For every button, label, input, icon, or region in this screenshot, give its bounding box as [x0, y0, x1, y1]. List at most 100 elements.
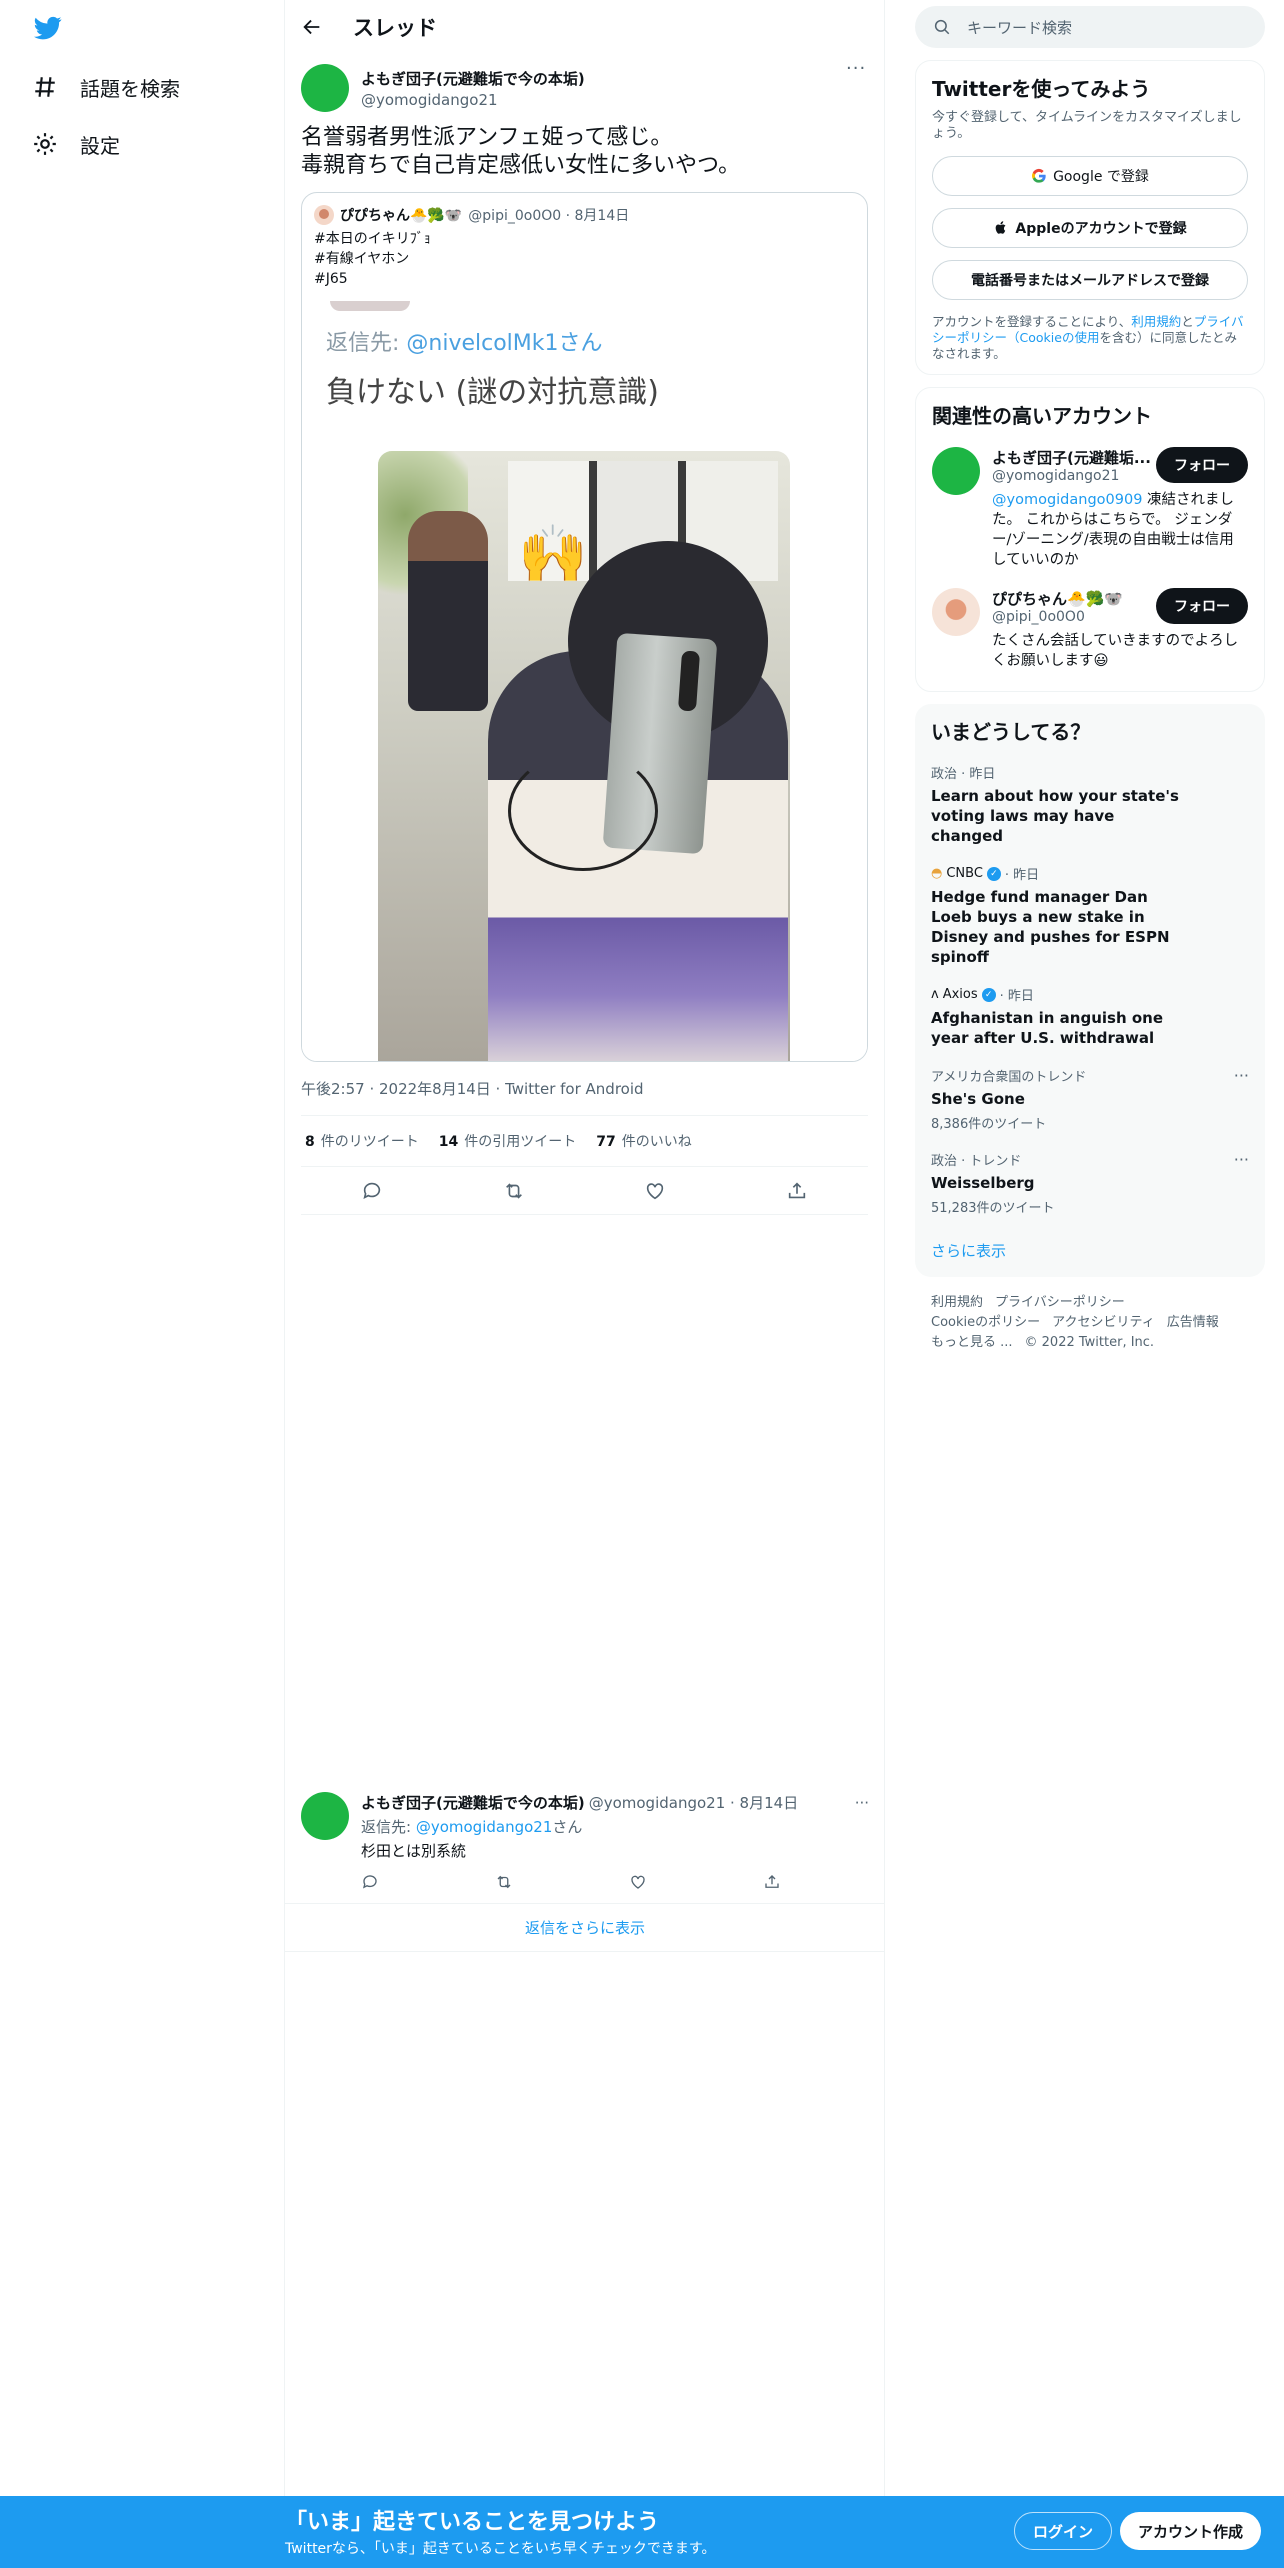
right-sidebar: キーワード検索 Twitterを使ってみよう 今すぐ登録して、タイムラインをカス… — [915, 0, 1265, 1353]
trends-show-more-link[interactable]: さらに表示 — [931, 1240, 1249, 1265]
image-big-text: 負けない (謎の対抗意識) — [326, 375, 659, 410]
apple-signup-label: Appleのアカウントで登録 — [1015, 221, 1187, 237]
retweet-icon[interactable] — [495, 1873, 513, 1891]
quoted-tweet[interactable]: ぴぴちゃん🐣🥦🐨 @pipi_0o0O0 · 8月14日 #本日のイキリﾌﾞｮ … — [301, 192, 868, 1062]
gear-icon — [34, 133, 56, 155]
tweet-timestamp[interactable]: 午後2:57 · 2022年8月14日 · Twitter for Androi… — [301, 1078, 868, 1115]
image-reply-prefix: 返信先: — [326, 331, 407, 356]
signup-legal-text: アカウントを登録することにより、利用規約とプライバシーポリシー（Cookieの使… — [932, 314, 1244, 361]
account-item[interactable]: よもぎ団子(元避難垢... @yomogidango21 フォロー @yomog… — [932, 447, 1248, 570]
quotes-stat[interactable]: 14 件の引用ツイート — [439, 1131, 576, 1151]
account-handle[interactable]: @yomogidango21 — [992, 468, 1152, 484]
cnbc-logo-icon: ◓ — [931, 866, 943, 881]
phone-email-signup-button[interactable]: 電話番号またはメールアドレスで登録 — [932, 260, 1248, 300]
cookie-link[interactable]: （Cookieの使用 — [1007, 330, 1099, 345]
trend-meta: · 昨日 — [1004, 868, 1040, 883]
footer-cookie[interactable]: Cookieのポリシー — [931, 1315, 1040, 1330]
trend-title: She's Gone — [931, 1090, 1025, 1108]
google-signup-button[interactable]: Google で登録 — [932, 156, 1248, 196]
footer-accessibility[interactable]: アクセシビリティ — [1052, 1315, 1155, 1330]
account-item[interactable]: ぴぴちゃん🐣🥦🐨 @pipi_0o0O0 フォロー たくさん会話していきますので… — [932, 588, 1248, 671]
footer-privacy[interactable]: プライバシーポリシー — [995, 1295, 1125, 1310]
bio-link[interactable]: @yomogidango0909 — [992, 492, 1142, 508]
retweet-icon[interactable] — [503, 1180, 525, 1202]
trend-item[interactable]: 政治 · トレンド Weisselberg 51,283件のツイート ··· — [931, 1150, 1249, 1216]
show-more-replies-link[interactable]: 返信をさらに表示 — [285, 1904, 885, 1952]
trend-item[interactable]: 政治 · 昨日 Learn about how your state's vot… — [931, 763, 1249, 846]
nav-settings[interactable]: 設定 — [32, 124, 120, 164]
reply-icon[interactable] — [361, 1180, 383, 1202]
terms-link[interactable]: 利用規約 — [1131, 314, 1181, 329]
share-icon[interactable] — [786, 1180, 808, 1202]
trend-title: Weisselberg — [931, 1174, 1035, 1192]
trend-count: 8,386件のツイート — [931, 1117, 1047, 1132]
image-crop-edge — [330, 301, 410, 311]
reply-avatar[interactable] — [301, 1792, 349, 1840]
trend-item[interactable]: アメリカ合衆国のトレンド She's Gone 8,386件のツイート ··· — [931, 1066, 1249, 1132]
reply-icon[interactable] — [361, 1873, 379, 1891]
author-name[interactable]: よもぎ団子(元避難垢で今の本垢) — [361, 68, 834, 89]
account-name[interactable]: よもぎ団子(元避難垢... — [992, 447, 1152, 468]
footer-ads[interactable]: 広告情報 — [1167, 1315, 1219, 1330]
trend-more-icon[interactable]: ··· — [1234, 1150, 1249, 1169]
reply-to-line: 返信先: @yomogidango21さん — [361, 1818, 583, 1836]
reply-tweet[interactable]: よもぎ団子(元避難垢で今の本垢) @yomogidango21 · 8月14日 … — [285, 1784, 885, 1904]
trend-item[interactable]: ʌ Axios ✓ · 昨日 Afghanistan in anguish one … — [931, 985, 1249, 1048]
trend-meta: 政治 · トレンド — [931, 1154, 1022, 1169]
more-options-icon[interactable]: ··· — [846, 60, 868, 84]
apple-signup-button[interactable]: Appleのアカウントで登録 — [932, 208, 1248, 248]
apple-icon — [996, 221, 1006, 234]
bottom-signup-bar: 「いま」起きていることを見つけよう Twitterなら、「いま」起きていることを… — [0, 2496, 1284, 2568]
search-box[interactable]: キーワード検索 — [915, 6, 1265, 48]
trend-count: 51,283件のツイート — [931, 1201, 1055, 1216]
retweets-stat[interactable]: 8 件のリツイート — [305, 1131, 419, 1151]
reply-author-name[interactable]: よもぎ団子(元避難垢で今の本垢) — [361, 1792, 585, 1813]
trend-more-icon[interactable]: ··· — [1234, 1066, 1249, 1085]
follow-button[interactable]: フォロー — [1156, 447, 1248, 483]
thread-header: スレッド — [285, 0, 884, 54]
account-handle[interactable]: @pipi_0o0O0 — [992, 609, 1152, 625]
reply-more-icon[interactable]: ··· — [855, 1794, 869, 1812]
trend-item[interactable]: ◓ CNBC ✓ · 昨日 Hedge fund manager Dan Loeb … — [931, 864, 1249, 967]
account-name[interactable]: ぴぴちゃん🐣🥦🐨 — [992, 588, 1152, 609]
trend-meta: 政治 · 昨日 — [931, 767, 996, 782]
create-account-button[interactable]: アカウント作成 — [1120, 2512, 1262, 2550]
quote-author-name: ぴぴちゃん🐣🥦🐨 — [340, 208, 463, 224]
author-handle[interactable]: @yomogidango21 — [361, 91, 834, 109]
trend-meta: · 昨日 — [999, 989, 1034, 1004]
reply-to-handle[interactable]: @yomogidango21 — [416, 1818, 553, 1836]
trend-title: Hedge fund manager Dan Loeb buys a new s… — [931, 888, 1170, 966]
tweet-text: 名誉弱者男性派アンフェ姫って感じ。 毒親育ちで自己肯定感低い女性に多いやつ。 — [301, 125, 741, 178]
follow-button[interactable]: フォロー — [1156, 588, 1248, 624]
account-bio: @yomogidango0909 凍結されました。 これからはこちらで。 ジェン… — [992, 492, 1235, 568]
like-icon[interactable] — [644, 1180, 666, 1202]
avatar[interactable] — [301, 64, 349, 112]
search-input[interactable]: キーワード検索 — [967, 17, 1072, 38]
account-avatar[interactable] — [932, 588, 980, 636]
hashtag-icon — [35, 77, 55, 97]
signup-card: Twitterを使ってみよう 今すぐ登録して、タイムラインをカスタマイズしましょ… — [915, 60, 1265, 375]
footer-terms[interactable]: 利用規約 — [931, 1295, 983, 1310]
trends-title: いまどうしてる？ — [931, 720, 1091, 744]
nav-explore[interactable]: 話題を検索 — [32, 67, 180, 107]
related-accounts-card: 関連性の高いアカウント よもぎ団子(元避難垢... @yomogidango21… — [915, 387, 1265, 692]
likes-stat[interactable]: 77 件のいいね — [596, 1131, 691, 1151]
quote-image[interactable]: 返信先: @nivelcolMk1さん 負けない (謎の対抗意識) 🙌 — [302, 301, 867, 1061]
phone-email-signup-label: 電話番号またはメールアドレスで登録 — [971, 273, 1209, 289]
nav-explore-label: 話題を検索 — [80, 76, 180, 101]
signup-card-sub: 今すぐ登録して、タイムラインをカスタマイズしましょう。 — [932, 110, 1242, 141]
like-icon[interactable] — [629, 1873, 647, 1891]
login-button[interactable]: ログイン — [1014, 2512, 1113, 2550]
trend-meta: アメリカ合衆国のトレンド — [931, 1070, 1087, 1085]
selfie-photo: 🙌 — [378, 451, 790, 1061]
share-icon[interactable] — [763, 1873, 781, 1891]
account-avatar[interactable] — [932, 447, 980, 495]
footer-more[interactable]: もっと見る ... — [931, 1335, 1013, 1350]
back-arrow-icon[interactable] — [301, 16, 323, 38]
trend-title: Learn about how your state's voting laws… — [931, 787, 1179, 845]
twitter-bird-icon[interactable] — [32, 14, 64, 42]
tweet-stats: 8 件のリツイート 14 件の引用ツイート 77 件のいいね — [301, 1115, 868, 1167]
bottom-bar-title: 「いま」起きていることを見つけよう — [285, 2510, 660, 2535]
raised-hands-emoji: 🙌 — [518, 522, 588, 587]
reply-text: 杉田とは別系統 — [361, 1842, 467, 1860]
